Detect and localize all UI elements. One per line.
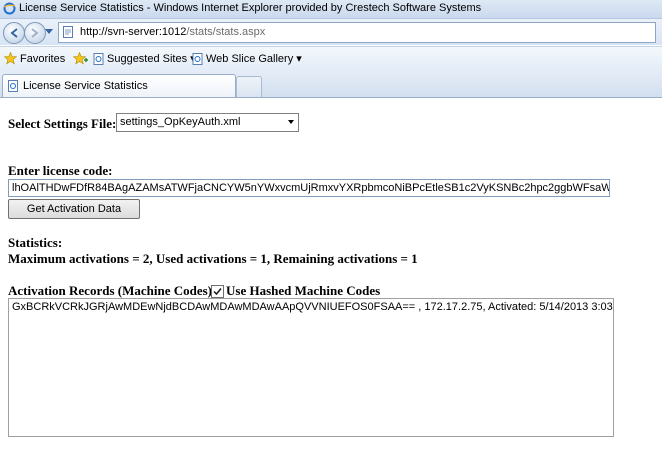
back-arrow-icon [10,28,18,38]
favorites-label: Favorites [20,52,66,65]
add-favorite-star-icon [73,52,88,65]
tab-license-service-statistics[interactable]: License Service Statistics [2,74,236,97]
favorites-button[interactable]: Favorites [4,52,65,65]
use-hashed-checkbox[interactable] [211,285,224,298]
page-icon [63,26,73,38]
settings-file-value: settings_OpKeyAuth.xml [120,116,241,128]
url-text: http://svn-server:1012/stats/stats.aspx [80,26,265,38]
use-hashed-label: Use Hashed Machine Codes [226,283,381,298]
settings-file-label: Select Settings File: [8,116,117,131]
web-slice-gallery-button[interactable]: Web Slice Gallery ▾ [192,52,302,65]
ie-page-icon [8,80,18,92]
internet-explorer-icon [3,2,16,15]
suggested-sites-label: Suggested Sites ▾ [107,53,196,65]
web-slice-gallery-label: Web Slice Gallery ▾ [206,53,302,65]
tab-strip: License Service Statistics [0,71,662,98]
forward-button[interactable] [24,22,46,44]
ie-page-icon [192,52,203,65]
window-title: License Service Statistics - Windows Int… [19,2,482,14]
statistics-heading: Statistics: [8,235,63,250]
new-tab-button[interactable] [236,76,262,97]
license-code-label: Enter license code: [8,163,113,178]
license-code-value: lhOAlTHDwFDfR84BAgAZAMsATWFjaCNCYW5nYWxv… [12,182,610,194]
activation-records-textarea[interactable]: GxBCRkVCRkJGRjAwMDEwNjdBCDAwMDAwMDAwAApQ… [8,298,614,437]
settings-file-select[interactable]: settings_OpKeyAuth.xml [116,113,299,132]
forward-arrow-icon [31,28,39,38]
statistics-summary: Maximum activations = 2, Used activation… [8,251,418,266]
favorites-bar: Favorites Suggested Sites ▾ Web Slice Ga… [0,46,662,71]
url-path: /stats/stats.aspx [186,26,266,38]
address-bar[interactable]: http://svn-server:1012/stats/stats.aspx [58,22,656,43]
add-favorites-button[interactable] [73,52,88,65]
navigation-bar: http://svn-server:1012/stats/stats.aspx [0,19,662,45]
star-icon [4,52,17,65]
license-code-input[interactable]: lhOAlTHDwFDfR84BAgAZAMsATWFjaCNCYW5nYWxv… [8,179,610,197]
chevron-down-icon [288,120,294,124]
tab-label: License Service Statistics [23,80,148,92]
activation-records-label: Activation Records (Machine Codes): [8,283,217,298]
recent-pages-dropdown-icon[interactable] [45,29,53,35]
url-host: http://svn-server:1012 [80,26,187,38]
activation-records-text: GxBCRkVCRkJGRjAwMDEwNjdBCDAwMDAwMDAwAApQ… [12,301,614,313]
get-activation-data-button[interactable]: Get Activation Data [8,199,140,219]
window-title-bar: License Service Statistics - Windows Int… [0,0,662,19]
suggested-sites-button[interactable]: Suggested Sites ▾ [93,52,196,65]
page-content: Select Settings File: settings_OpKeyAuth… [0,98,662,449]
ie-page-icon [93,52,104,65]
back-button[interactable] [3,22,25,44]
checkmark-icon [213,288,222,296]
